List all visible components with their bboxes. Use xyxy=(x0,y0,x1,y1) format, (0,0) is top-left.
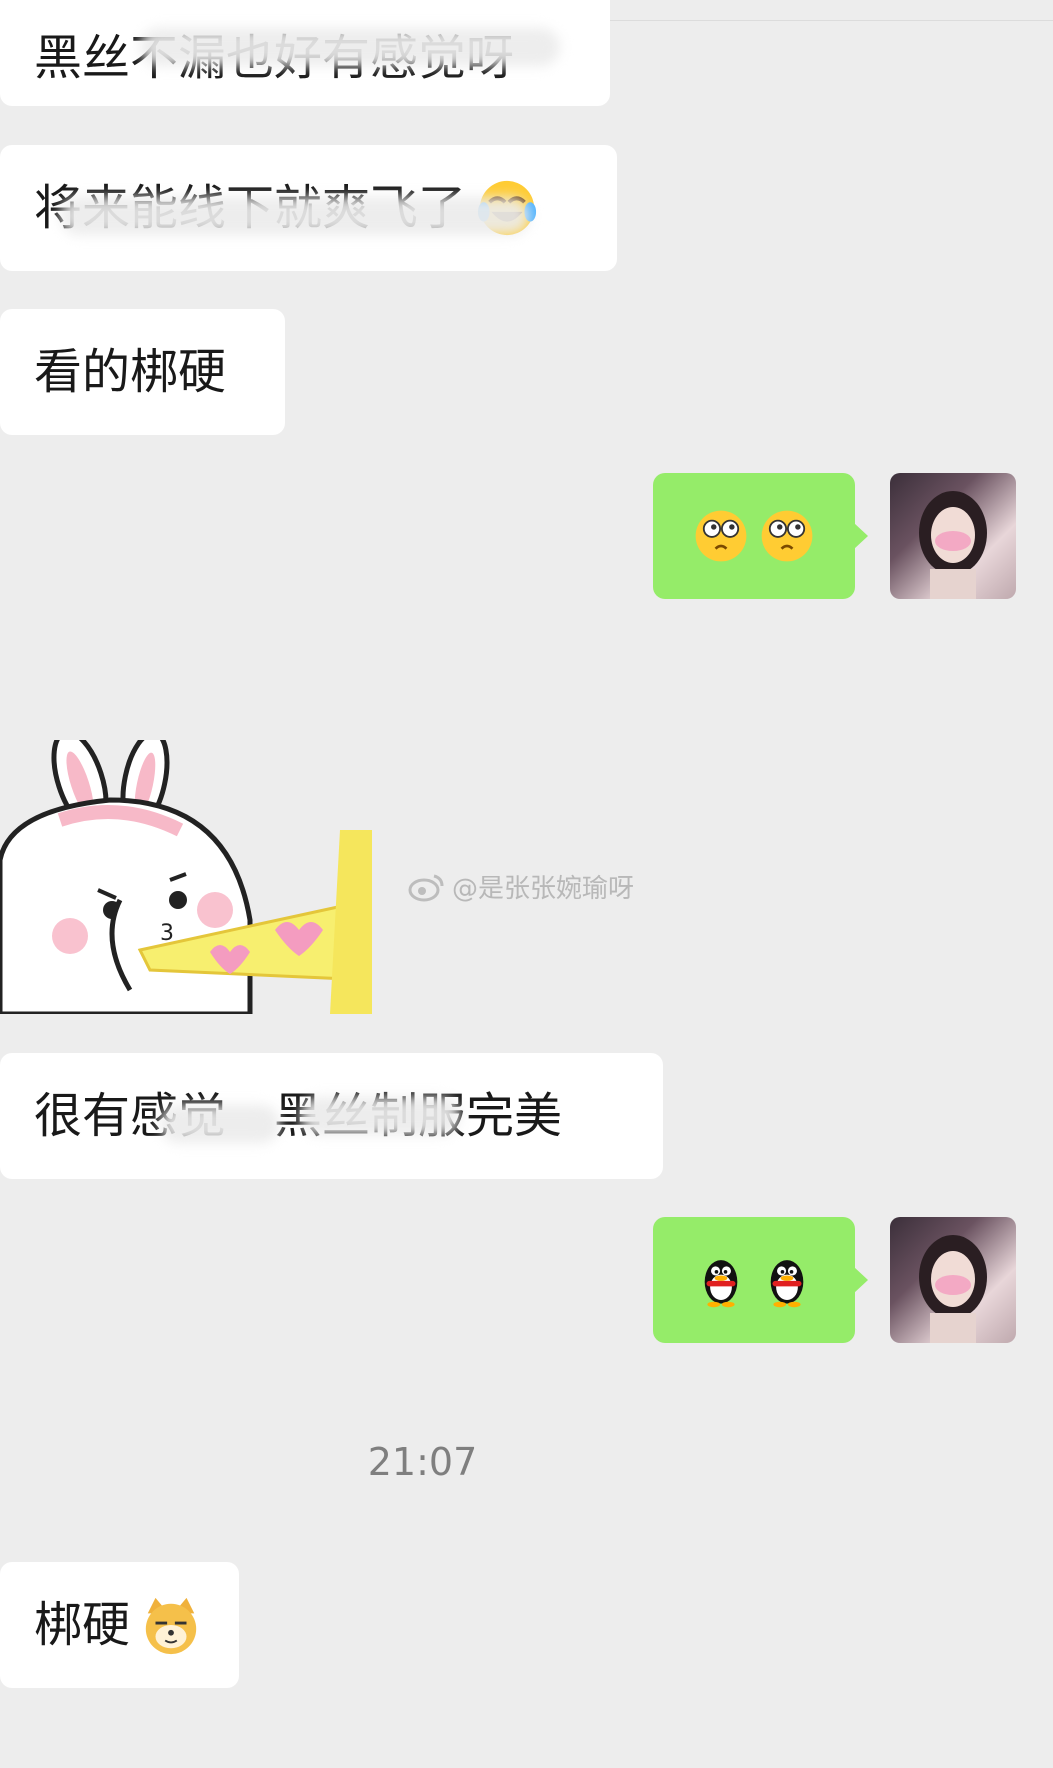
message-text: 梆硬 xyxy=(34,1597,131,1653)
time-divider: 21:07 xyxy=(367,1440,478,1484)
question-face-emoji-icon xyxy=(695,510,747,562)
message-bubble-incoming[interactable]: 黑丝不漏也好有感觉呀 xyxy=(0,0,610,106)
message-text: 很有感觉 黑丝制服完美 xyxy=(34,1088,563,1144)
redaction-scribble xyxy=(300,1097,460,1135)
message-bubble-incoming[interactable]: 看的梆硬 xyxy=(0,309,285,435)
doge-emoji-icon xyxy=(145,1597,197,1655)
message-bubble-incoming[interactable]: 将来能线下就爽飞了 xyxy=(0,145,617,271)
avatar[interactable] xyxy=(890,1217,1016,1343)
message-bubble-outgoing[interactable] xyxy=(653,473,868,599)
question-face-emoji-icon xyxy=(761,510,813,562)
avatar-photo xyxy=(919,1235,987,1343)
message-bubble-incoming[interactable]: 很有感觉 黑丝制服完美 xyxy=(0,1053,663,1179)
qq-penguin-emoji-icon xyxy=(704,1260,738,1308)
message-bubble-outgoing[interactable] xyxy=(653,1217,868,1343)
avatar[interactable] xyxy=(890,473,1016,599)
message-bubble-incoming[interactable]: 梆硬 xyxy=(0,1562,239,1688)
redaction-scribble xyxy=(140,28,560,66)
watermark-text: @是张张婉瑜呀 xyxy=(452,874,635,904)
qq-penguin-emoji-icon xyxy=(770,1260,804,1308)
bunny-sticker[interactable]: 3 xyxy=(0,740,372,1014)
avatar-photo xyxy=(919,491,987,599)
redaction-scribble xyxy=(60,197,530,235)
weibo-icon xyxy=(408,874,444,901)
redaction-scribble xyxy=(160,1105,280,1143)
message-text: 看的梆硬 xyxy=(34,344,227,400)
watermark: @是张张婉瑜呀 xyxy=(408,868,634,905)
